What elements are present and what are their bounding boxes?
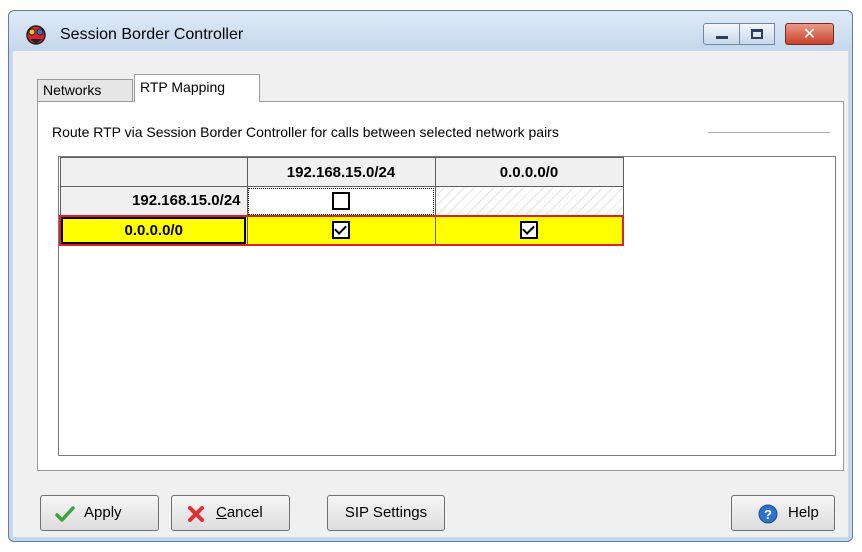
window-title: Session Border Controller	[60, 26, 244, 43]
minimize-icon	[716, 36, 728, 39]
sbc-window: Session Border Controller ✕ Networks RTP…	[8, 10, 853, 542]
minimize-button[interactable]	[703, 23, 740, 45]
table-row[interactable]: 192.168.15.0/24	[59, 186, 624, 216]
title-bar[interactable]: Session Border Controller ✕	[9, 11, 852, 51]
x-icon	[188, 506, 204, 522]
close-icon: ✕	[802, 24, 817, 43]
check-icon	[55, 506, 75, 522]
rtp-matrix: 192.168.15.0/24 0.0.0.0/0 192.168.15.0/2…	[59, 157, 624, 246]
sbc-app-icon	[26, 25, 46, 45]
apply-label: Apply	[84, 504, 122, 521]
help-icon: ?	[758, 504, 778, 524]
svg-text:?: ?	[764, 507, 772, 522]
mapping-checkbox[interactable]	[332, 221, 350, 240]
tab-rtp-mapping[interactable]: RTP Mapping	[134, 74, 260, 102]
network-pair-grid[interactable]: 192.168.15.0/24 0.0.0.0/0 192.168.15.0/2…	[58, 156, 836, 456]
help-button[interactable]: ? Help	[731, 495, 835, 531]
mapping-cell[interactable]	[246, 186, 436, 216]
rtp-mapping-panel: Route RTP via Session Border Controller …	[37, 101, 844, 471]
maximize-icon	[751, 29, 763, 39]
maximize-button[interactable]	[739, 23, 775, 45]
group-divider	[708, 132, 830, 133]
row-header[interactable]: 192.168.15.0/24	[59, 186, 248, 216]
table-row[interactable]: 0.0.0.0/0	[59, 214, 624, 246]
corner-header	[59, 157, 248, 187]
group-label: Route RTP via Session Border Controller …	[52, 124, 565, 140]
column-header[interactable]: 0.0.0.0/0	[434, 157, 624, 187]
mapping-cell-disabled	[434, 186, 624, 216]
row-header[interactable]: 0.0.0.0/0	[59, 214, 248, 246]
sip-settings-button[interactable]: SIP Settings	[327, 495, 445, 531]
mapping-cell[interactable]	[434, 214, 624, 246]
header-row: 192.168.15.0/24 0.0.0.0/0	[59, 157, 624, 187]
close-button[interactable]: ✕	[785, 23, 834, 45]
tab-networks[interactable]: Networks	[37, 79, 133, 101]
cancel-button[interactable]: Cancel	[171, 495, 290, 531]
mapping-checkbox[interactable]	[332, 191, 350, 210]
dialog-client-area: Networks RTP Mapping Route RTP via Sessi…	[13, 51, 848, 537]
column-header[interactable]: 192.168.15.0/24	[246, 157, 436, 187]
help-label: Help	[788, 504, 819, 521]
mapping-cell[interactable]	[246, 214, 436, 246]
cancel-label: Cancel	[216, 504, 263, 521]
apply-button[interactable]: Apply	[40, 495, 159, 531]
mapping-checkbox[interactable]	[519, 221, 538, 240]
